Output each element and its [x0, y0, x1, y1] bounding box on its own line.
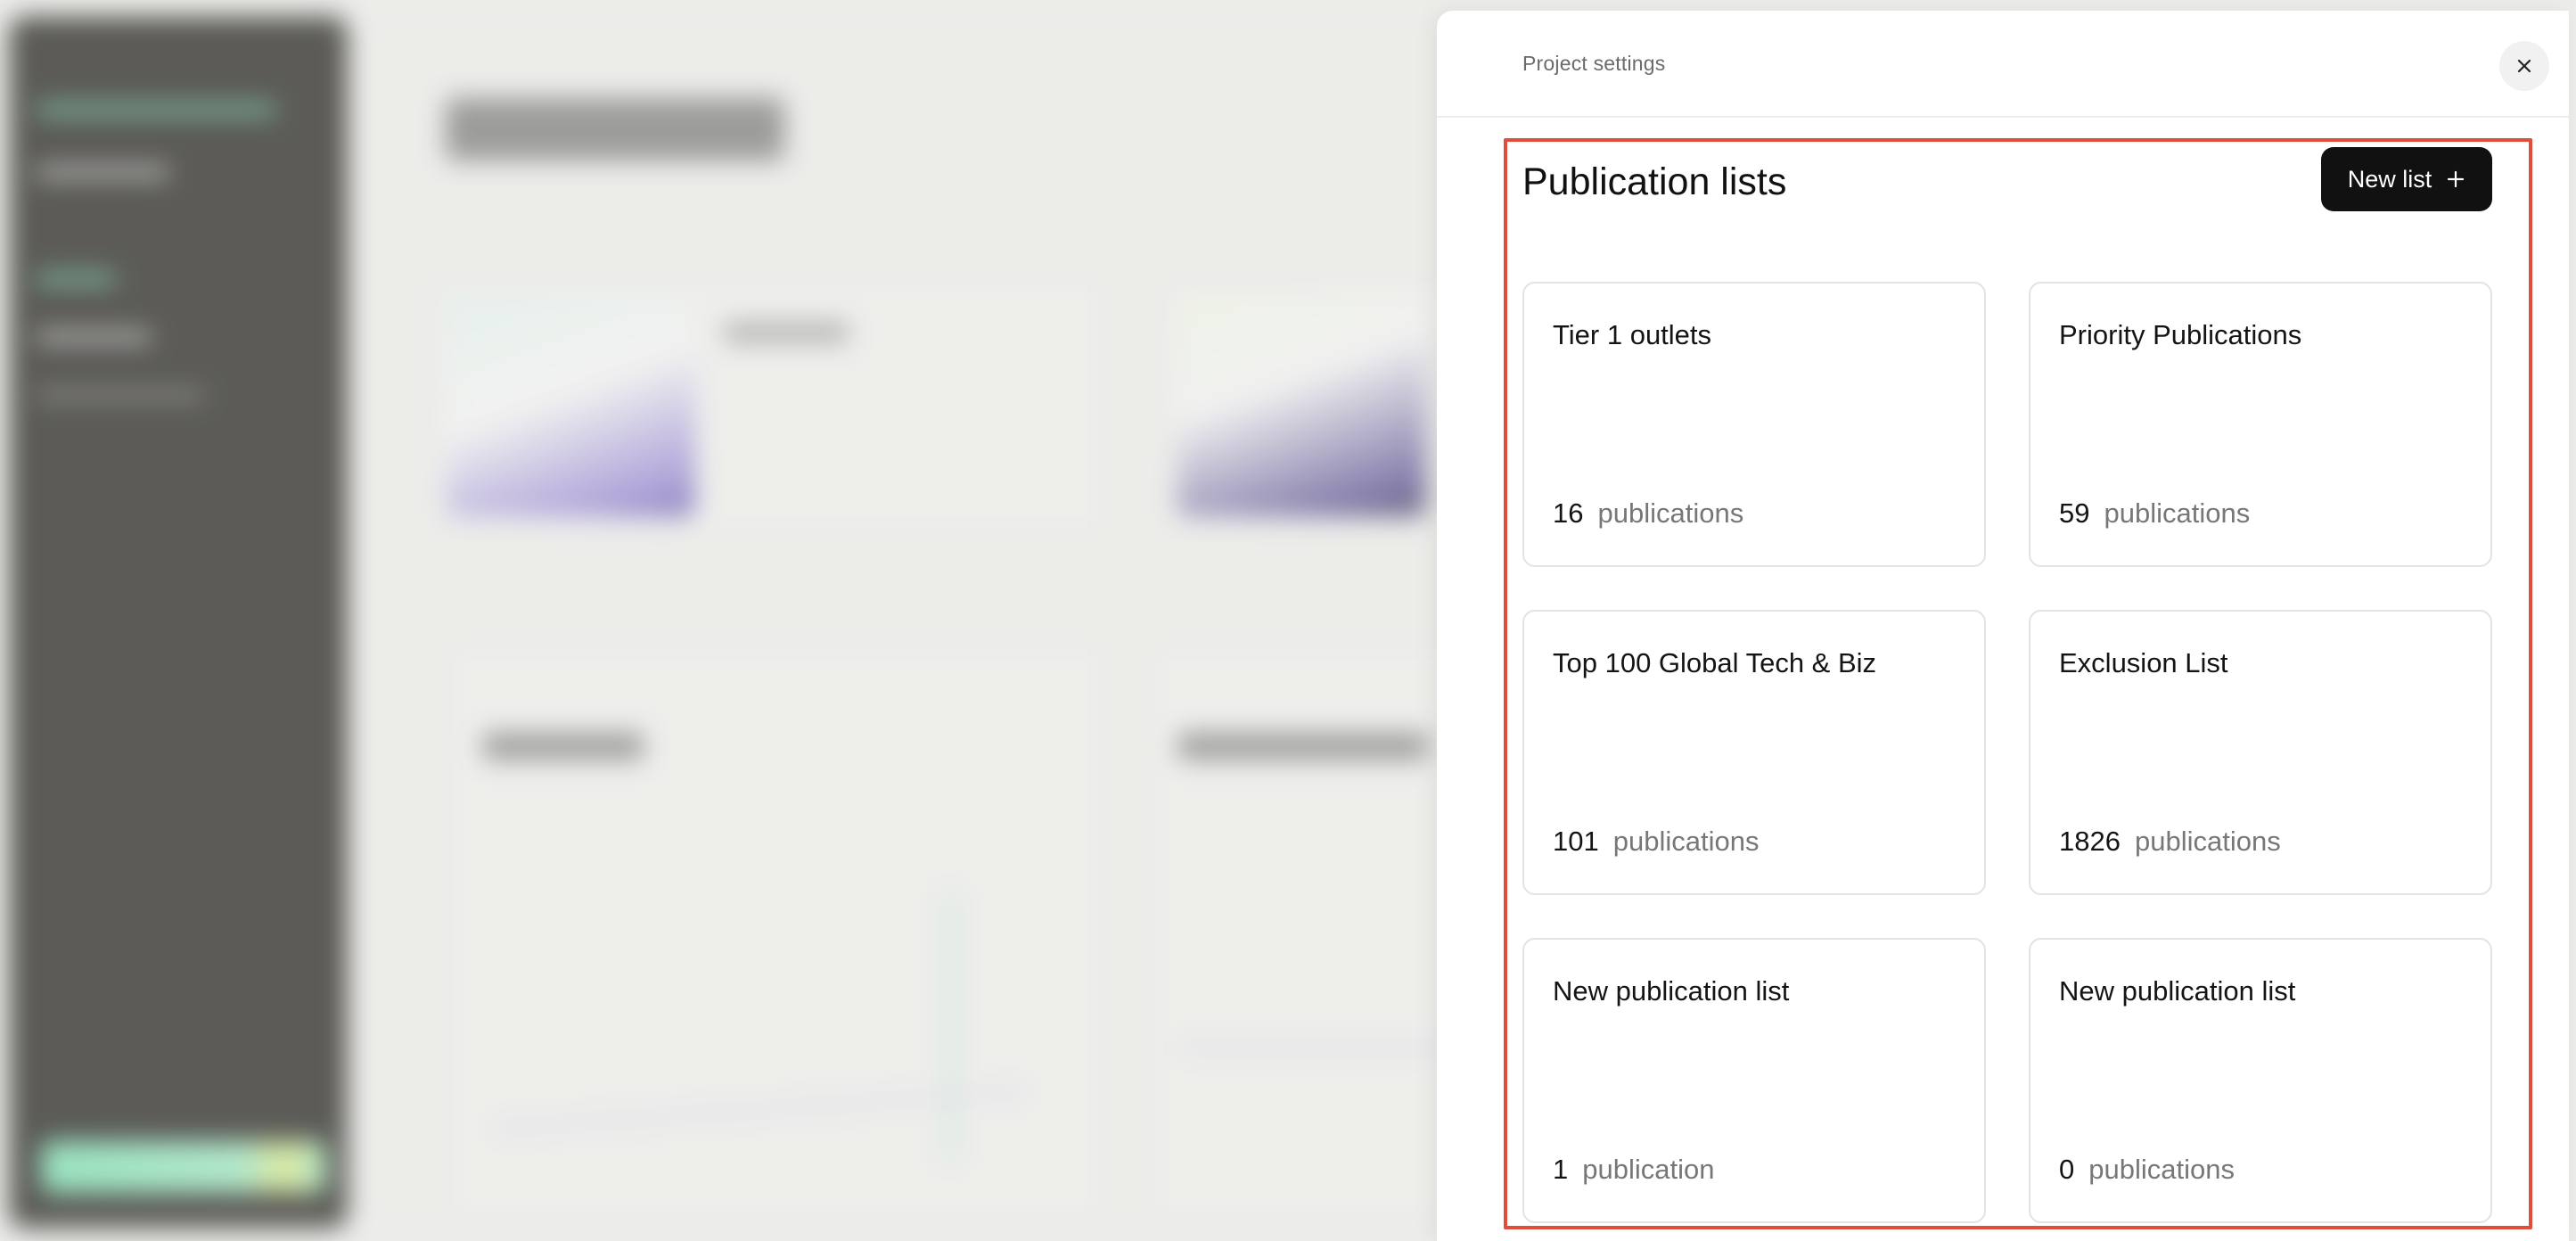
list-count-unit: publications: [1612, 826, 1760, 857]
plus-icon: [2448, 170, 2465, 188]
list-count-number: 59: [2059, 497, 2090, 529]
publication-list-card[interactable]: Exclusion List 1826 publications: [2029, 610, 2492, 895]
list-name: Tier 1 outlets: [1553, 319, 1712, 350]
list-count-unit: publications: [1597, 497, 1744, 529]
list-count-unit: publications: [2088, 1154, 2235, 1185]
list-name: Top 100 Global Tech & Biz: [1553, 647, 1877, 678]
publication-list-card[interactable]: Tier 1 outlets 16 publications: [1522, 282, 1986, 567]
publication-list-card[interactable]: New publication list 0 publications: [2029, 938, 2492, 1223]
list-name: New publication list: [1553, 975, 1790, 1007]
list-count: 0 publications: [2059, 1154, 2235, 1186]
list-count-number: 1: [1553, 1154, 1569, 1185]
list-name: New publication list: [2059, 975, 2296, 1007]
section-title: Publication lists: [1522, 160, 1787, 203]
publication-list-card[interactable]: New publication list 1 publication: [1522, 938, 1986, 1223]
list-count-unit: publication: [1582, 1154, 1715, 1185]
list-count-number: 101: [1553, 826, 1599, 857]
list-count: 59 publications: [2059, 497, 2250, 530]
list-count-number: 0: [2059, 1154, 2075, 1185]
publication-list-card[interactable]: Top 100 Global Tech & Biz 101 publication…: [1522, 610, 1986, 895]
new-list-button-label: New list: [2347, 165, 2432, 193]
list-count: 101 publications: [1553, 826, 1759, 858]
drawer-title: Project settings: [1522, 52, 1666, 75]
list-count-number: 1826: [2059, 826, 2121, 857]
list-count: 1826 publications: [2059, 826, 2281, 858]
new-list-button[interactable]: New list: [2321, 147, 2492, 211]
publication-list-card[interactable]: Priority Publications 59 publications: [2029, 282, 2492, 567]
close-button[interactable]: [2499, 41, 2549, 91]
list-name: Exclusion List: [2059, 647, 2228, 678]
list-count-number: 16: [1553, 497, 1584, 529]
list-count-unit: publications: [2104, 497, 2251, 529]
list-name: Priority Publications: [2059, 319, 2302, 350]
list-count: 16 publications: [1553, 497, 1743, 530]
list-count: 1 publication: [1553, 1154, 1714, 1186]
list-count-unit: publications: [2134, 826, 2281, 857]
project-settings-drawer: Project settings Publication lists New l…: [1437, 11, 2569, 1241]
drawer-header: Project settings: [1437, 11, 2569, 118]
close-icon: [2517, 59, 2531, 73]
